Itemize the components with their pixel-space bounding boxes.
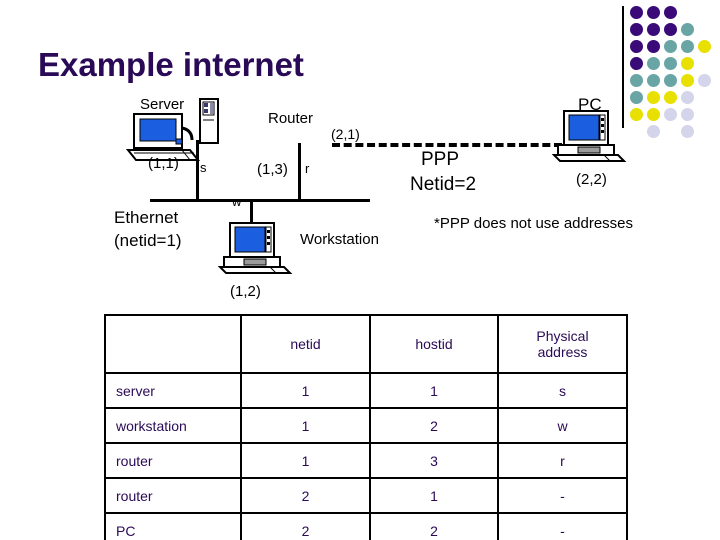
ethernet-bus-line: [150, 199, 370, 202]
ethernet-label-line2: (netid=1): [114, 231, 182, 250]
table-header-physical-line2: address: [537, 344, 588, 360]
table-row: router 1 3 r: [104, 442, 628, 479]
decorative-dot: [664, 40, 677, 53]
router-ppp-address-label: (2,1): [331, 126, 360, 142]
decorative-dot: [664, 108, 677, 121]
decorative-dot: [630, 6, 643, 19]
decorative-dot: [647, 74, 660, 87]
table-header-device: [104, 314, 242, 374]
table-header-physical-address: Physical address: [497, 314, 628, 374]
pc-address-label: (2,2): [576, 171, 607, 188]
cell-device: PC: [104, 512, 242, 540]
workstation-label: Workstation: [300, 231, 379, 248]
router-drop-line: [298, 150, 301, 200]
cell-physical: -: [497, 512, 628, 540]
decorative-dot: [630, 40, 643, 53]
table-header-row: netid hostid Physical address: [104, 314, 628, 374]
ppp-footnote: *PPP does not use addresses: [434, 215, 634, 232]
decorative-dot: [681, 40, 694, 53]
decorative-dot: [698, 40, 711, 53]
decorative-dot: [647, 91, 660, 104]
page-title: Example internet: [38, 46, 304, 83]
cell-netid: 1: [240, 372, 371, 409]
server-tower-icon: [198, 98, 222, 153]
cell-netid: 2: [240, 477, 371, 514]
decorative-dot: [630, 57, 643, 70]
pc-computer-icon: [551, 110, 632, 167]
decorative-dot: [647, 125, 660, 138]
cell-netid: 1: [240, 407, 371, 444]
decorative-dot: [681, 91, 694, 104]
cell-netid: 1: [240, 442, 371, 479]
address-table: netid hostid Physical address server 1 1…: [104, 314, 628, 540]
decorative-dot: [681, 74, 694, 87]
cell-physical: w: [497, 407, 628, 444]
server-physical-label: s: [200, 160, 207, 175]
cell-device: server: [104, 372, 242, 409]
decorative-dot: [630, 23, 643, 36]
cell-hostid: 3: [369, 442, 499, 479]
dot-grid-decoration: [630, 6, 716, 138]
slide-canvas: Example internet Server (1,1) s Router (…: [0, 0, 720, 540]
decorative-dot: [681, 57, 694, 70]
decorative-dot: [664, 74, 677, 87]
cell-hostid: 2: [369, 407, 499, 444]
decorative-dot: [664, 6, 677, 19]
decorative-dot: [664, 91, 677, 104]
decorative-dot: [681, 108, 694, 121]
cell-physical: -: [497, 477, 628, 514]
cell-device: router: [104, 477, 242, 514]
table-header-hostid: hostid: [369, 314, 499, 374]
ethernet-label-line1: Ethernet: [114, 208, 179, 227]
workstation-physical-label: w: [232, 194, 242, 209]
router-ppp-riser: [298, 143, 301, 155]
table-row: workstation 1 2 w: [104, 407, 628, 444]
decorative-dot: [681, 125, 694, 138]
table-row: PC 2 2 -: [104, 512, 628, 540]
ppp-label-line1: PPP: [421, 149, 460, 170]
table-row: router 2 1 -: [104, 477, 628, 514]
pc-label: PC: [578, 95, 602, 114]
ppp-label-line2: Netid=2: [410, 174, 477, 195]
cell-device: workstation: [104, 407, 242, 444]
decorative-dot: [647, 23, 660, 36]
server-address-label: (1,1): [148, 155, 179, 172]
table-row: server 1 1 s: [104, 372, 628, 409]
decorative-dot: [664, 23, 677, 36]
router-label: Router: [268, 110, 314, 127]
router-eth-address-label: (1,3): [257, 161, 288, 178]
decorative-dot: [647, 6, 660, 19]
ppp-dashed-link: [332, 143, 562, 147]
workstation-address-label: (1,2): [230, 283, 261, 300]
decorative-dot: [647, 40, 660, 53]
decorative-dot: [698, 74, 711, 87]
decorative-dot: [630, 91, 643, 104]
table-header-netid: netid: [240, 314, 371, 374]
decorative-dot: [681, 23, 694, 36]
server-label: Server: [140, 96, 185, 113]
cell-netid: 2: [240, 512, 371, 540]
cell-hostid: 1: [369, 372, 499, 409]
cell-physical: r: [497, 442, 628, 479]
decorative-dot: [664, 57, 677, 70]
workstation-computer-icon: [217, 222, 298, 279]
decorative-dot: [647, 108, 660, 121]
decorative-dot: [647, 57, 660, 70]
cell-hostid: 2: [369, 512, 499, 540]
table-header-physical-line1: Physical: [536, 327, 589, 344]
router-physical-label: r: [305, 161, 310, 176]
decorative-dot: [630, 74, 643, 87]
cell-physical: s: [497, 372, 628, 409]
cell-hostid: 1: [369, 477, 499, 514]
cell-device: router: [104, 442, 242, 479]
